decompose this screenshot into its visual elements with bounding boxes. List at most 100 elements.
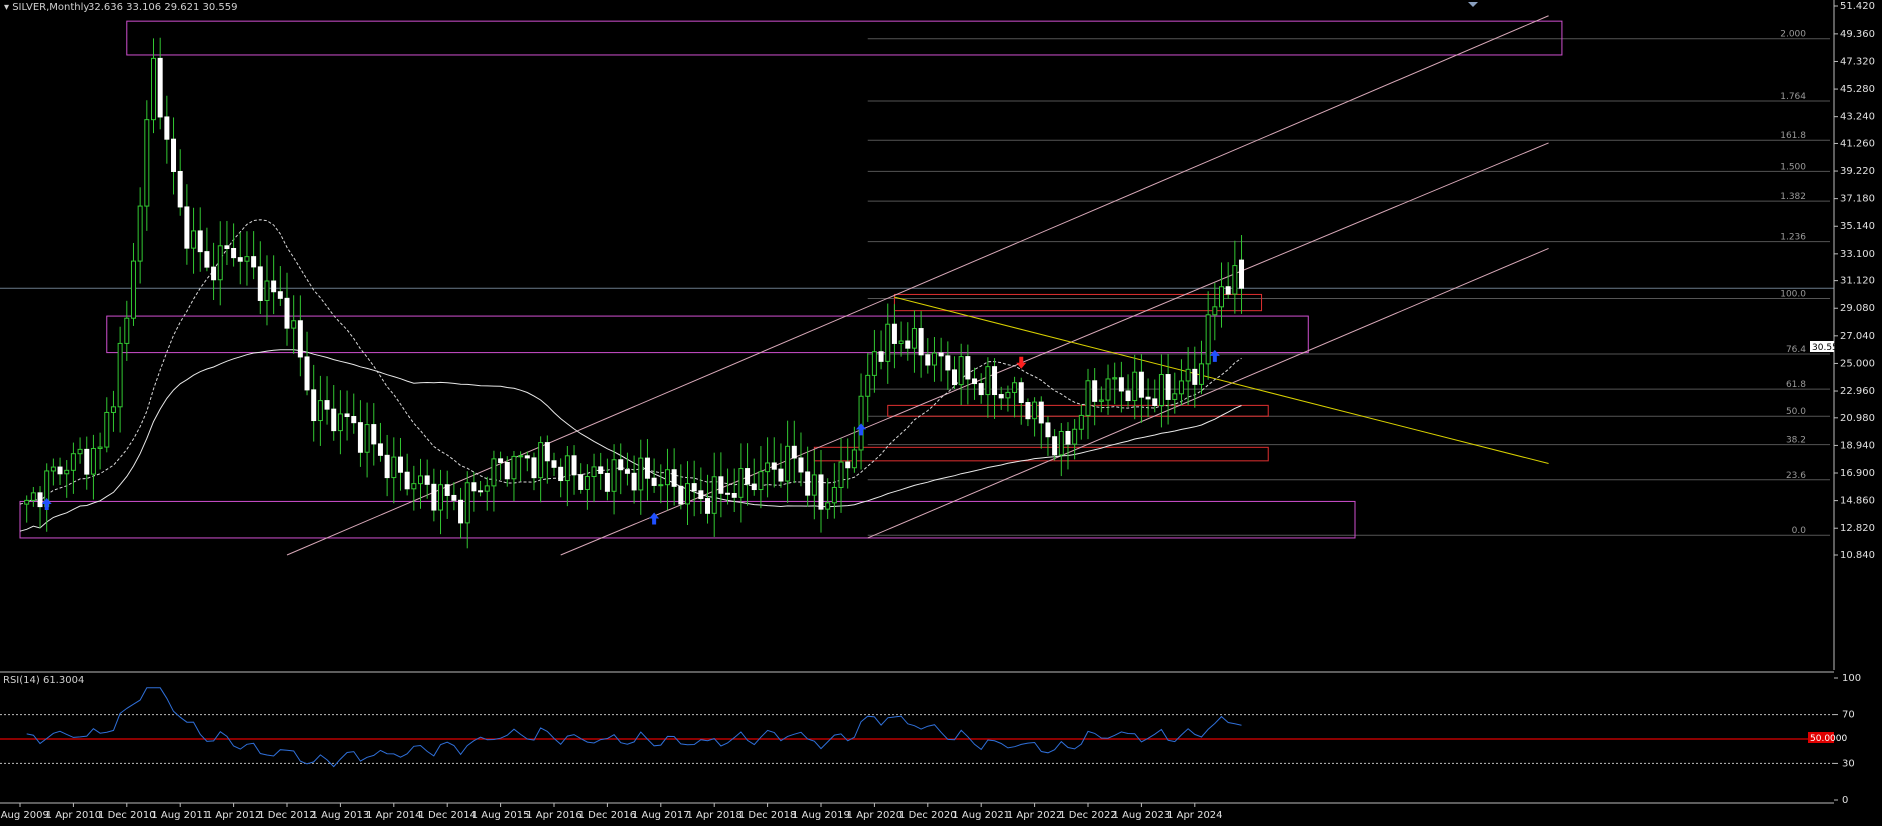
candle-body (1219, 286, 1224, 308)
candle-body (911, 328, 917, 349)
candle-body (1158, 374, 1164, 406)
candle-body (1132, 371, 1138, 402)
candle-body (618, 459, 624, 471)
candle-body (90, 447, 96, 475)
price-tick-label: 41.260 (1840, 138, 1875, 149)
candle-body (344, 413, 350, 418)
candle-body (271, 280, 277, 293)
candle-body (918, 328, 924, 356)
candle-body (1065, 431, 1071, 445)
candle-body (598, 466, 604, 474)
candle-body (397, 456, 403, 473)
candle-body (264, 280, 270, 301)
time-tick-label: 1 Dec 2010 (98, 810, 156, 821)
candle-body (331, 408, 337, 432)
candle-body (745, 468, 751, 485)
candle-body (478, 490, 484, 493)
candle-body (438, 484, 444, 511)
candle-body (50, 466, 56, 472)
fib-level-label: 100.0 (1780, 289, 1806, 299)
candle-body (771, 462, 777, 470)
candle-body (384, 454, 390, 479)
price-tick-label: 51.420 (1840, 1, 1875, 12)
fib-level-label: 1.764 (1780, 92, 1806, 102)
candle-body (778, 468, 784, 482)
time-tick-label: 1 Dec 2012 (258, 810, 316, 821)
candle-body (211, 266, 217, 281)
candle-body (130, 260, 136, 319)
candle-body (411, 483, 417, 490)
price-axis[interactable]: 51.420 49.360 47.320 45.280 43.240 41.260 39.2… (1834, 1, 1875, 561)
candle-body (798, 457, 804, 473)
candle-body (891, 323, 897, 344)
candle-body (297, 320, 303, 358)
candle-body (992, 366, 998, 396)
fib-level-label: 61.8 (1786, 380, 1806, 390)
candle-body (137, 205, 143, 262)
candle-body (231, 247, 237, 259)
candle-body (444, 484, 450, 496)
candle-body (758, 471, 764, 491)
candle-body (304, 356, 310, 391)
price-tick-label: 39.220 (1840, 166, 1875, 177)
candle-body (64, 469, 70, 475)
candle-body (851, 449, 857, 469)
candle-body (664, 469, 670, 486)
rsi-label: RSI(14) 61.3004 (3, 675, 84, 686)
candle-body (624, 469, 630, 474)
silver-monthly-chart[interactable]: 2.000 1.764 161.8 1.500 1.382 1.236 100.0 76.4 6… (0, 0, 1882, 826)
candle-body (1112, 377, 1118, 380)
candle-body (1118, 377, 1124, 392)
candle-body (451, 494, 457, 501)
rsi-tick-label: 0 (1842, 795, 1848, 806)
candle-body (785, 445, 791, 482)
price-tick-label: 49.360 (1840, 29, 1875, 40)
candle-body (1232, 265, 1238, 295)
rsi-tick-label: 70 (1842, 710, 1855, 721)
candle-body (204, 251, 210, 268)
fib-level-label: 1.500 (1780, 162, 1806, 172)
candle-body (1005, 391, 1011, 399)
candle-body (965, 356, 971, 380)
time-tick-label: 1 Aug 2023 (1113, 810, 1171, 821)
candle-body (424, 475, 430, 485)
candle-body (818, 474, 824, 510)
candle-body (1098, 399, 1104, 402)
price-tick-label: 27.040 (1840, 331, 1875, 342)
time-tick-label: 1 Dec 2022 (1059, 810, 1117, 821)
candle-body (418, 475, 423, 485)
candle-body (484, 485, 490, 492)
candle-body (1225, 286, 1231, 295)
candle-body (578, 474, 584, 490)
candle-body (825, 502, 831, 510)
price-tick-label: 14.860 (1840, 496, 1875, 507)
candle-body (644, 457, 650, 479)
fib-level-label: 50.0 (1786, 407, 1806, 417)
candle-body (97, 446, 103, 449)
candle-body (1165, 374, 1171, 400)
candle-body (738, 468, 744, 498)
candle-body (1018, 382, 1024, 404)
fib-level-label: 76.4 (1786, 345, 1806, 355)
candle-body (1052, 436, 1058, 456)
candle-body (945, 355, 951, 371)
chart-header-ohlc: 32.636 33.106 29.621 30.559 (88, 2, 238, 13)
price-tick-label: 22.960 (1840, 386, 1875, 397)
candle-body (718, 476, 724, 494)
price-tick-label: 18.940 (1840, 440, 1875, 451)
candle-body (1032, 401, 1038, 420)
time-tick-label: 1 Apr 2022 (1007, 810, 1062, 821)
candle-body (705, 498, 711, 514)
candle-body (985, 366, 991, 396)
time-tick-label: 1 Aug 2021 (952, 810, 1010, 821)
candle-body (631, 472, 637, 491)
candle-body (998, 394, 1004, 399)
candle-body (511, 455, 517, 480)
candle-body (364, 424, 370, 453)
price-tick-label: 10.840 (1840, 550, 1875, 561)
fib-level-label: 38.2 (1786, 436, 1806, 446)
candle-body (491, 458, 497, 487)
candle-body (838, 461, 844, 488)
candle-body (70, 453, 76, 471)
time-tick-label: 1 Aug 2013 (312, 810, 370, 821)
